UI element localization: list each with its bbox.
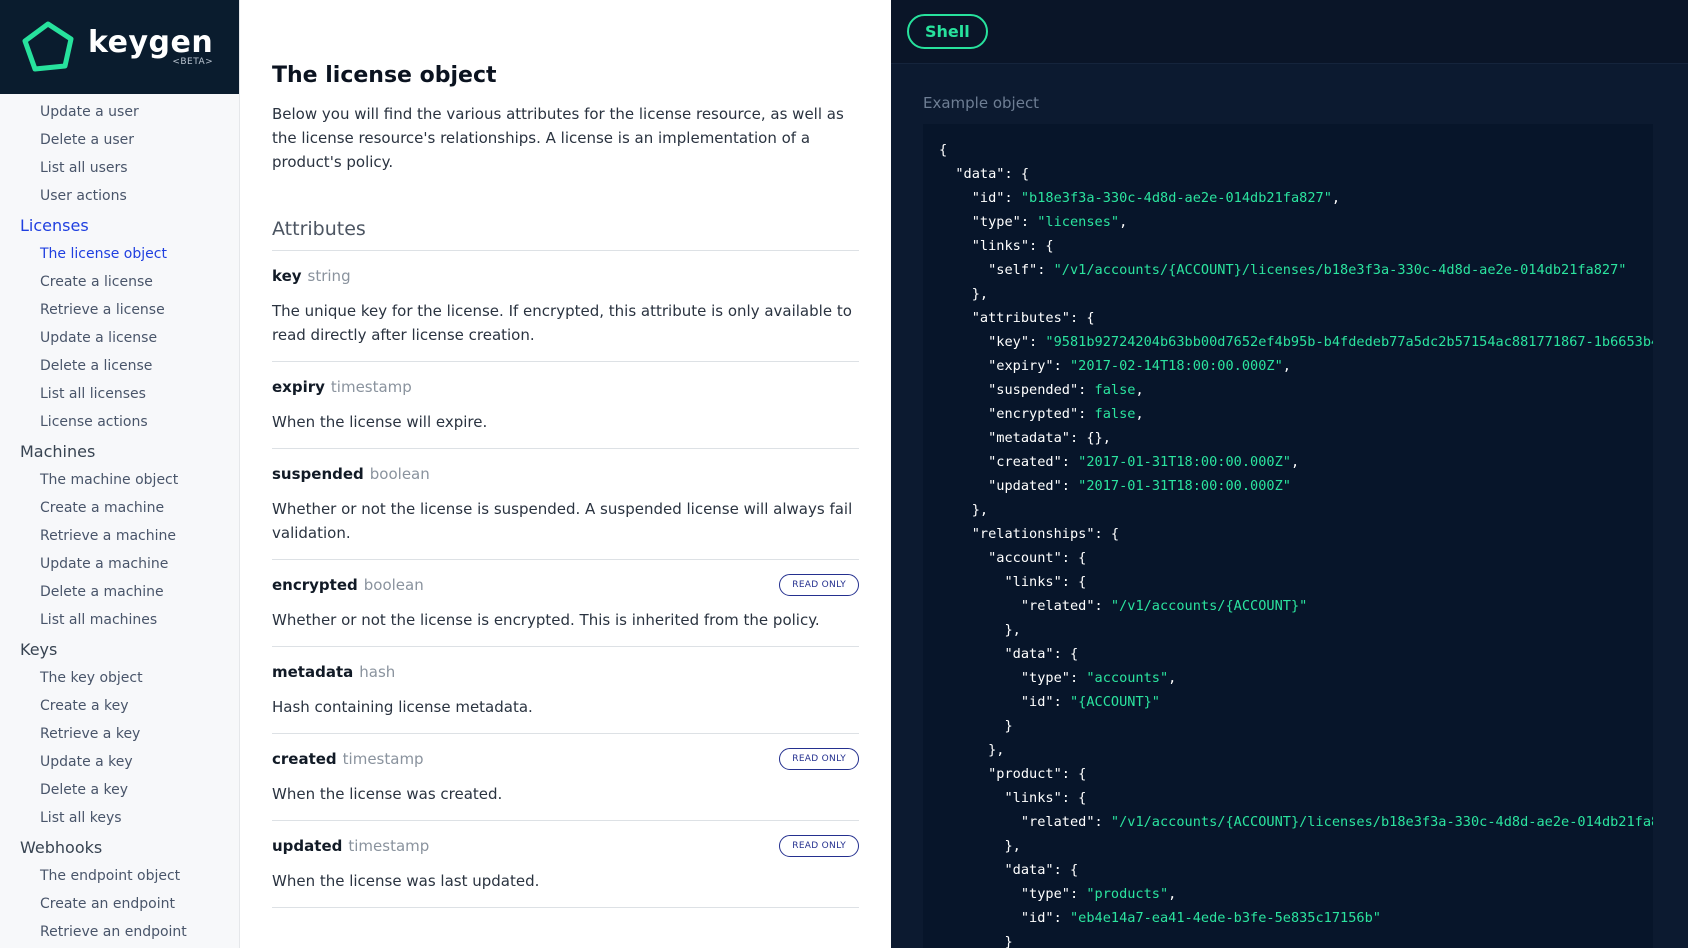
attribute-type: boolean <box>369 465 430 483</box>
sidebar-item-list-all-users[interactable]: List all users <box>0 154 239 182</box>
sidebar-item-retrieve-a-key[interactable]: Retrieve a key <box>0 720 239 748</box>
attribute-name: created <box>272 750 337 768</box>
code-block: { "data": { "id": "b18e3f3a-330c-4d8d-ae… <box>923 124 1653 948</box>
sidebar-item-the-license-object[interactable]: The license object <box>0 240 239 268</box>
sidebar-section-machines[interactable]: Machines <box>0 436 239 466</box>
sidebar-item-list-all-licenses[interactable]: List all licenses <box>0 380 239 408</box>
code-toolbar: Shell <box>891 0 1688 64</box>
attribute-header: created timestamp <box>272 750 859 774</box>
attribute-name: updated <box>272 837 343 855</box>
sidebar-item-create-an-endpoint[interactable]: Create an endpoint <box>0 890 239 918</box>
sidebar-item-list-all-keys[interactable]: List all keys <box>0 804 239 832</box>
attribute-header: expiry timestamp <box>272 378 859 402</box>
sidebar-item-create-a-key[interactable]: Create a key <box>0 692 239 720</box>
sidebar-item-retrieve-a-machine[interactable]: Retrieve a machine <box>0 522 239 550</box>
sidebar-item-update-a-license[interactable]: Update a license <box>0 324 239 352</box>
beta-label: <BETA> <box>172 57 214 67</box>
attribute-row-metadata: metadata hash Hash containing license meta… <box>272 647 859 734</box>
code-example-label: Example object <box>923 94 1040 112</box>
attribute-row-expiry: expiry timestamp When the license will exp… <box>272 362 859 449</box>
sidebar-item-the-key-object[interactable]: The key object <box>0 664 239 692</box>
attribute-row-created: created timestamp READ ONLY When the licens… <box>272 734 859 821</box>
read-only-badge: READ ONLY <box>779 748 859 770</box>
read-only-badge: READ ONLY <box>779 574 859 596</box>
attribute-name: expiry <box>272 378 325 396</box>
sidebar-item-update-a-key[interactable]: Update a key <box>0 748 239 776</box>
sidebar-item-delete-a-machine[interactable]: Delete a machine <box>0 578 239 606</box>
sidebar-section-licenses[interactable]: Licenses <box>0 210 239 240</box>
sidebar-section-keys[interactable]: Keys <box>0 634 239 664</box>
attribute-list: key string The unique key for the license.… <box>272 251 859 908</box>
sidebar-item-the-machine-object[interactable]: The machine object <box>0 466 239 494</box>
attribute-description: The unique key for the license. If encry… <box>272 302 852 344</box>
attribute-header: updated timestamp <box>272 837 859 861</box>
attribute-description: Hash containing license metadata. <box>272 698 533 716</box>
attribute-header: suspended boolean <box>272 465 859 489</box>
attribute-description: When the license will expire. <box>272 413 488 431</box>
attribute-description: When the license was last updated. <box>272 872 540 890</box>
attribute-type: timestamp <box>330 378 412 396</box>
keygen-logo-icon <box>22 21 74 72</box>
sidebar-item-delete-a-user[interactable]: Delete a user <box>0 126 239 154</box>
attribute-description: Whether or not the license is encrypted.… <box>272 611 820 629</box>
brand-name: keygen <box>88 25 214 60</box>
sidebar-item-license-actions[interactable]: License actions <box>0 408 239 436</box>
sidebar-item-list-all-machines[interactable]: List all machines <box>0 606 239 634</box>
sidebar-section-webhooks[interactable]: Webhooks <box>0 832 239 862</box>
attribute-type: boolean <box>363 576 424 594</box>
read-only-badge: READ ONLY <box>779 835 859 857</box>
attribute-row-key: key string The unique key for the license.… <box>272 251 859 362</box>
sidebar-item-delete-a-license[interactable]: Delete a license <box>0 352 239 380</box>
page-intro: Below you will find the various attribut… <box>272 105 844 171</box>
attribute-row-updated: updated timestamp READ ONLY When the licens… <box>272 821 859 908</box>
main-content: The license object Below you will find t… <box>240 0 891 948</box>
attribute-row-suspended: suspended boolean Whether or not the licen… <box>272 449 859 560</box>
sidebar-item-the-endpoint-object[interactable]: The endpoint object <box>0 862 239 890</box>
sidebar-item-update-a-user[interactable]: Update a user <box>0 98 239 126</box>
sidebar-item-retrieve-an-endpoint[interactable]: Retrieve an endpoint <box>0 918 239 946</box>
attribute-header: key string <box>272 267 859 291</box>
attribute-row-encrypted: encrypted boolean READ ONLY Whether or not … <box>272 560 859 647</box>
attribute-type: string <box>307 267 351 285</box>
attribute-name: key <box>272 267 302 285</box>
brand-header[interactable]: keygen <BETA> <box>0 0 239 94</box>
attribute-name: encrypted <box>272 576 358 594</box>
attribute-type: timestamp <box>342 750 424 768</box>
sidebar-item-create-a-license[interactable]: Create a license <box>0 268 239 296</box>
sidebar-item-update-a-machine[interactable]: Update a machine <box>0 550 239 578</box>
attributes-heading: Attributes <box>272 218 859 251</box>
attribute-name: metadata <box>272 663 354 681</box>
attribute-header: encrypted boolean <box>272 576 859 600</box>
code-text: { "data": { "id": "b18e3f3a-330c-4d8d-ae… <box>939 142 1653 948</box>
brand-wordmark: keygen <BETA> <box>88 25 214 68</box>
sidebar-item-create-a-machine[interactable]: Create a machine <box>0 494 239 522</box>
sidebar: keygen <BETA> Update a user Delete a user… <box>0 0 240 948</box>
attribute-type: timestamp <box>348 837 430 855</box>
attribute-header: metadata hash <box>272 663 859 687</box>
sidebar-item-user-actions[interactable]: User actions <box>0 182 239 210</box>
sidebar-nav: Update a user Delete a user List all users… <box>0 94 239 946</box>
attribute-type: hash <box>359 663 396 681</box>
attribute-name: suspended <box>272 465 364 483</box>
sidebar-item-delete-a-key[interactable]: Delete a key <box>0 776 239 804</box>
page-title: The license object <box>272 63 497 88</box>
tab-shell[interactable]: Shell <box>907 14 988 49</box>
sidebar-item-retrieve-a-license[interactable]: Retrieve a license <box>0 296 239 324</box>
code-panel: Shell Example object { "data": { "id": "… <box>891 0 1688 948</box>
attribute-description: Whether or not the license is suspended.… <box>272 500 853 542</box>
attribute-description: When the license was created. <box>272 785 503 803</box>
